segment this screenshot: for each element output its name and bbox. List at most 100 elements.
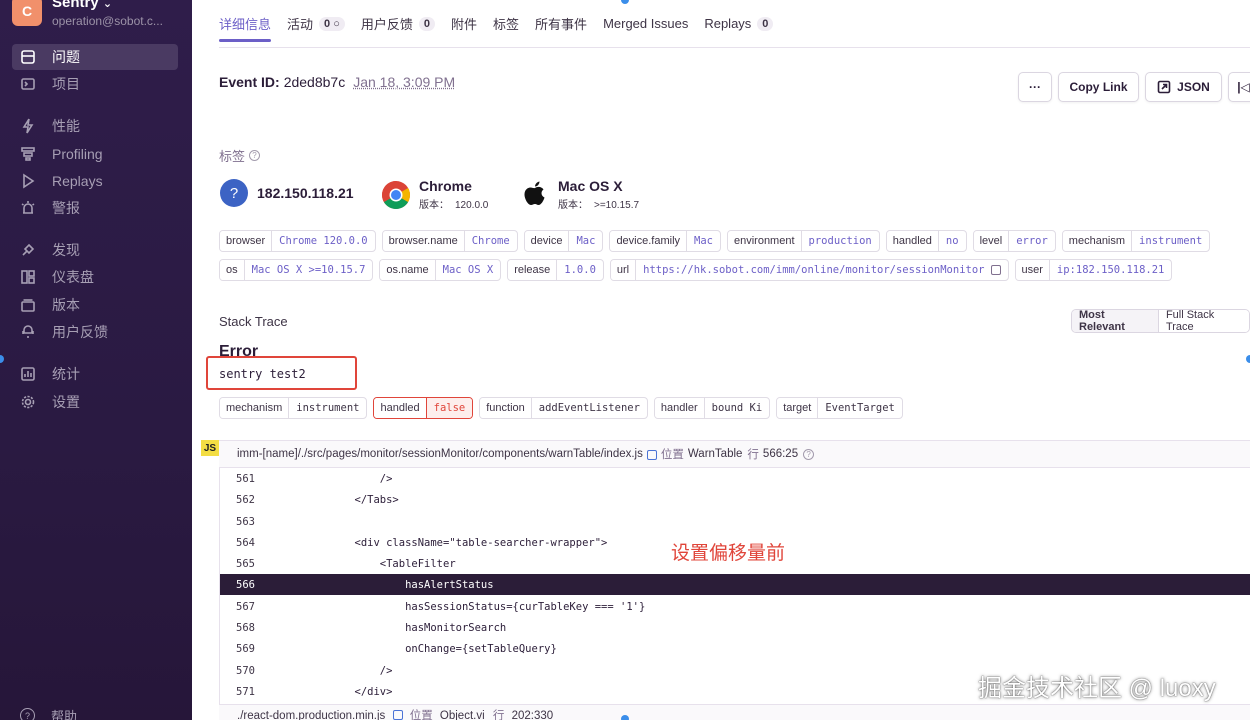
org-switcher[interactable]: C Sentry ⌄ operation@sobot.c... xyxy=(12,0,172,32)
tag-level[interactable]: level error xyxy=(973,230,1056,252)
tag-handled[interactable]: handled no xyxy=(886,230,967,252)
tag-key: handler xyxy=(655,398,705,418)
tag-device[interactable]: device Mac xyxy=(524,230,604,252)
tag-key: environment xyxy=(728,231,802,251)
sidebar-item-releases[interactable]: 版本 xyxy=(12,292,178,318)
line-source: <div className="table-searcher-wrapper"> xyxy=(266,537,607,549)
sidebar-item-replays[interactable]: Replays xyxy=(12,168,178,194)
tab-replays[interactable]: Replays 0 xyxy=(704,0,773,48)
tags-section-title: 标签 ? xyxy=(219,146,260,165)
tab-all-events[interactable]: 所有事件 xyxy=(535,0,587,48)
sidebar: C Sentry ⌄ operation@sobot.c... 问题 项目 性能… xyxy=(0,0,192,720)
stack-frame-header[interactable]: ./react-dom.production.min.js 位置 Object.… xyxy=(219,704,1250,720)
tag-handled[interactable]: handled false xyxy=(373,397,473,419)
tag-key: handled xyxy=(374,398,426,418)
tab-merged-issues[interactable]: Merged Issues xyxy=(603,0,688,48)
discover-icon xyxy=(20,242,36,258)
tag-user[interactable]: user ip:182.150.118.21 xyxy=(1015,259,1173,281)
tag-key: device.family xyxy=(610,231,687,251)
event-actions: ··· Copy Link JSON |◁ xyxy=(1018,72,1250,102)
frame-position: 566:25 xyxy=(763,448,798,460)
tab-tags[interactable]: 标签 xyxy=(493,0,519,48)
tag-browser[interactable]: browser Chrome 120.0.0 xyxy=(219,230,376,252)
event-date[interactable]: Jan 18, 3:09 PM xyxy=(353,74,455,90)
sidebar-item-help[interactable]: ? 帮助 xyxy=(20,706,77,720)
help-icon[interactable]: ? xyxy=(249,150,260,161)
tag-value: no xyxy=(939,231,966,251)
selection-handle[interactable] xyxy=(621,715,629,720)
tag-environment[interactable]: environment production xyxy=(727,230,880,252)
tag-os-name[interactable]: os.name Mac OS X xyxy=(379,259,501,281)
tag-mechanism[interactable]: mechanism instrument xyxy=(1062,230,1210,252)
line-number: 568 xyxy=(220,622,266,634)
tag-mechanism[interactable]: mechanism instrument xyxy=(219,397,367,419)
first-event-button[interactable]: |◁ xyxy=(1228,72,1250,102)
tag-value: bound Ki xyxy=(705,398,770,418)
tag-value: error xyxy=(1009,231,1055,251)
tag-value: Chrome 120.0.0 xyxy=(272,231,375,251)
json-label: JSON xyxy=(1177,80,1210,94)
copy-link-label: Copy Link xyxy=(1069,80,1127,94)
tag-function[interactable]: function addEventListener xyxy=(479,397,648,419)
help-icon[interactable]: ? xyxy=(803,449,814,460)
most-relevant-button[interactable]: Most Relevant xyxy=(1072,310,1159,332)
sidebar-item-label: 仪表盘 xyxy=(52,267,94,287)
sidebar-item-label: Profiling xyxy=(52,146,103,162)
more-actions-button[interactable]: ··· xyxy=(1018,72,1052,102)
tag-key: user xyxy=(1016,260,1050,280)
sidebar-item-dashboards[interactable]: 仪表盘 xyxy=(12,264,178,290)
tag-device-family[interactable]: device.family Mac xyxy=(609,230,721,252)
org-avatar: C xyxy=(12,0,42,26)
sidebar-item-stats[interactable]: 统计 xyxy=(12,361,178,387)
tag-release[interactable]: release 1.0.0 xyxy=(507,259,604,281)
line-number: 565 xyxy=(220,558,266,570)
unknown-user-icon: ? xyxy=(219,178,249,208)
tab-user-feedback[interactable]: 用户反馈 0 xyxy=(361,0,435,48)
tag-browser-name[interactable]: browser.name Chrome xyxy=(382,230,518,252)
tag-value: 1.0.0 xyxy=(557,260,603,280)
context-user: ? 182.150.118.21 xyxy=(219,178,354,208)
line-number: 564 xyxy=(220,537,266,549)
tag-target[interactable]: target EventTarget xyxy=(776,397,903,419)
sidebar-item-performance[interactable]: 性能 xyxy=(12,113,178,139)
tag-handler[interactable]: handler bound Ki xyxy=(654,397,770,419)
tab-label: 用户反馈 xyxy=(361,14,413,33)
tag-value: https://hk.sobot.com/imm/online/monitor/… xyxy=(636,260,1007,280)
sidebar-item-settings[interactable]: 设置 xyxy=(12,389,178,415)
tag-os[interactable]: os Mac OS X >=10.15.7 xyxy=(219,259,373,281)
open-source-icon[interactable] xyxy=(647,450,657,460)
copy-link-button[interactable]: Copy Link xyxy=(1058,72,1139,102)
line-source: </Tabs> xyxy=(266,494,399,506)
projects-icon xyxy=(20,76,36,92)
sidebar-item-alerts[interactable]: 警报 xyxy=(12,195,178,221)
tab-details[interactable]: 详细信息 xyxy=(219,0,271,48)
settings-icon xyxy=(20,394,36,410)
sidebar-item-projects[interactable]: 项目 xyxy=(12,71,178,97)
sidebar-item-profiling[interactable]: Profiling xyxy=(12,141,178,167)
org-email: operation@sobot.c... xyxy=(52,13,172,29)
full-stack-trace-button[interactable]: Full Stack Trace xyxy=(1159,310,1249,332)
annotation-highlight-box xyxy=(206,356,357,390)
tags-title-text: 标签 xyxy=(219,146,245,165)
svg-text:?: ? xyxy=(230,185,238,202)
code-line: 567 hasSessionStatus={curTableKey === '1… xyxy=(220,596,1250,617)
tab-label: 活动 xyxy=(287,14,313,33)
sidebar-item-discover[interactable]: 发现 xyxy=(12,237,178,263)
json-button[interactable]: JSON xyxy=(1145,72,1222,102)
issue-tabs: 详细信息 活动 0 ○ 用户反馈 0 附件 标签 所有事件 Merged Issue… xyxy=(219,0,1250,48)
tag-url-text: https://hk.sobot.com/imm/online/monitor/… xyxy=(643,264,984,276)
stack-frame-header[interactable]: imm-[name]/./src/pages/monitor/sessionMo… xyxy=(219,440,1250,468)
frame-path: imm-[name]/./src/pages/monitor/sessionMo… xyxy=(237,448,643,460)
sidebar-item-label: 问题 xyxy=(52,47,80,67)
sidebar-item-issues[interactable]: 问题 xyxy=(12,44,178,70)
tag-url[interactable]: url https://hk.sobot.com/imm/online/monit… xyxy=(610,259,1009,281)
open-source-icon[interactable] xyxy=(393,710,403,720)
tab-activity[interactable]: 活动 0 ○ xyxy=(287,0,345,48)
tab-attachments[interactable]: 附件 xyxy=(451,0,477,48)
tag-key: handled xyxy=(887,231,939,251)
line-number: 562 xyxy=(220,494,266,506)
sidebar-item-user-feedback[interactable]: 用户反馈 xyxy=(12,319,178,345)
selection-handle[interactable] xyxy=(1246,355,1250,363)
open-external-icon[interactable] xyxy=(991,265,1001,275)
browser-name: Chrome xyxy=(419,178,488,194)
